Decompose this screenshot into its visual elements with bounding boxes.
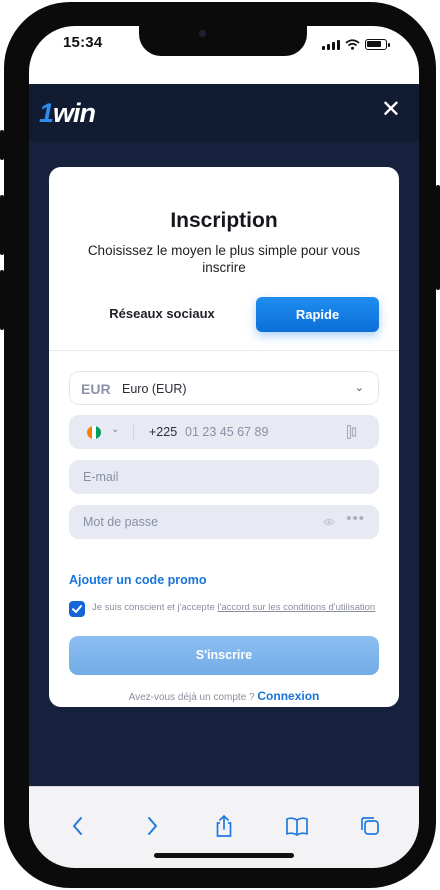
email-placeholder: E-mail bbox=[83, 470, 119, 484]
close-icon[interactable]: ✕ bbox=[381, 98, 401, 122]
bookmarks-icon[interactable] bbox=[284, 813, 310, 839]
add-promo-code-link[interactable]: Ajouter un code promo bbox=[69, 573, 207, 587]
camera-icon bbox=[199, 30, 206, 37]
currency-select[interactable]: EUR Euro (EUR) ⌄ bbox=[69, 371, 379, 405]
status-bar: 15:34 bbox=[29, 26, 419, 84]
email-field[interactable]: E-mail bbox=[69, 460, 379, 494]
password-field[interactable]: Mot de passe ••• bbox=[69, 505, 379, 539]
phone-frame: 15:34 1win ✕ Inscription Choisissez le m… bbox=[4, 2, 436, 888]
phone-separator bbox=[133, 424, 134, 440]
app-header: 1win ✕ bbox=[29, 84, 419, 142]
forward-icon[interactable] bbox=[139, 813, 165, 839]
browser-toolbar bbox=[29, 786, 419, 868]
tab-social-networks[interactable]: Réseaux sociaux bbox=[79, 297, 245, 331]
terms-checkbox[interactable] bbox=[69, 601, 85, 617]
checkmark-icon bbox=[72, 605, 82, 613]
battery-icon bbox=[365, 39, 390, 50]
login-line: Avez-vous déjà un compte ? Connexion bbox=[49, 689, 399, 703]
wifi-icon bbox=[345, 39, 360, 50]
terms-text: Je suis conscient et j'accepte l'accord … bbox=[92, 602, 382, 615]
divider bbox=[49, 350, 399, 351]
screen: 15:34 1win ✕ Inscription Choisissez le m… bbox=[29, 26, 419, 868]
terms-label: Je suis conscient et j'accepte bbox=[92, 602, 215, 613]
back-icon[interactable] bbox=[65, 813, 91, 839]
tabs-icon[interactable] bbox=[357, 813, 383, 839]
login-link[interactable]: Connexion bbox=[257, 689, 319, 703]
status-time: 15:34 bbox=[63, 34, 103, 51]
currency-code: EUR bbox=[81, 381, 111, 397]
brand-logo[interactable]: 1win bbox=[39, 98, 96, 129]
home-indicator[interactable] bbox=[154, 853, 294, 858]
notch bbox=[139, 26, 307, 56]
chevron-down-icon: ⌄ bbox=[354, 382, 364, 394]
phone-prefix: +225 bbox=[149, 425, 178, 439]
status-icons bbox=[322, 39, 390, 50]
registration-modal: Inscription Choisissez le moyen le plus … bbox=[49, 167, 399, 707]
currency-name: Euro (EUR) bbox=[122, 382, 187, 396]
modal-subtitle: Choisissez le moyen le plus simple pour … bbox=[87, 243, 361, 275]
register-button[interactable]: S'inscrire bbox=[69, 636, 379, 675]
eye-icon[interactable] bbox=[323, 516, 335, 528]
terms-link[interactable]: l'accord sur les conditions d'utilisatio… bbox=[217, 602, 375, 613]
phone-placeholder: 01 23 45 67 89 bbox=[185, 425, 269, 439]
modal-title: Inscription bbox=[170, 209, 278, 232]
tab-quick[interactable]: Rapide bbox=[256, 297, 379, 332]
power-button bbox=[436, 185, 440, 290]
ivory-coast-flag-icon[interactable] bbox=[87, 426, 101, 439]
generate-password-icon[interactable]: ••• bbox=[346, 510, 365, 527]
login-prompt: Avez-vous déjà un compte ? bbox=[128, 692, 255, 703]
country-chevron-down-icon[interactable]: ⌄ bbox=[111, 424, 119, 435]
share-icon[interactable] bbox=[211, 813, 237, 839]
sim-card-icon[interactable] bbox=[347, 425, 357, 439]
cellular-signal-icon bbox=[322, 39, 340, 50]
password-placeholder: Mot de passe bbox=[83, 515, 159, 529]
phone-input[interactable]: ⌄ +225 01 23 45 67 89 bbox=[69, 415, 379, 449]
